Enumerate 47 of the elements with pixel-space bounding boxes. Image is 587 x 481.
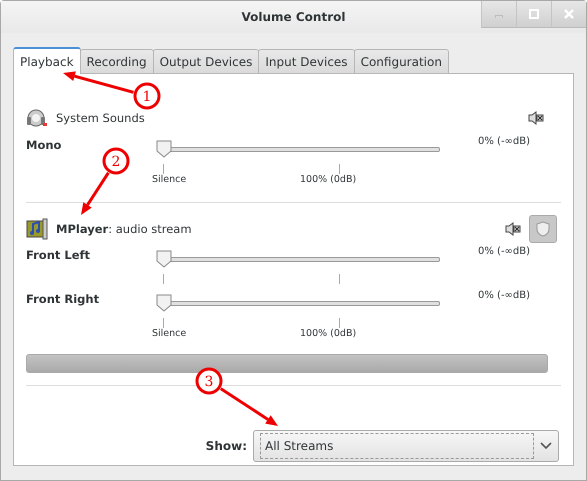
scale-label: Silence — [152, 174, 186, 185]
headphones-icon — [26, 108, 48, 128]
callout: 2 — [81, 148, 130, 215]
tab[interactable]: Input Devices — [258, 49, 355, 73]
tick-mark — [163, 318, 164, 328]
lock-channels-button[interactable] — [529, 215, 557, 243]
volume-slider[interactable] — [156, 250, 440, 268]
stream-name: System Sounds — [56, 111, 145, 125]
sound-card-icon — [26, 218, 48, 240]
slider-thumb[interactable] — [156, 140, 172, 158]
speaker-muted-icon[interactable] — [505, 222, 521, 236]
close-button[interactable] — [551, 1, 586, 28]
channel-label: Mono — [26, 138, 62, 152]
close-icon — [564, 9, 574, 19]
stream-filter-dropdown[interactable]: All Streams — [253, 430, 559, 462]
tab[interactable]: Configuration — [354, 49, 449, 73]
slider-thumb[interactable] — [156, 250, 172, 268]
show-label: Show: — [206, 439, 247, 453]
tab[interactable]: Recording — [80, 49, 154, 73]
volume-reading: 0% (-∞dB) — [477, 290, 530, 301]
channel-label: Front Right — [26, 292, 100, 306]
scale-label: 100% (0dB) — [300, 174, 356, 185]
volume-slider[interactable] — [156, 294, 440, 312]
shield-icon — [536, 221, 550, 237]
tab[interactable]: Playback — [13, 47, 81, 74]
window-title: Volume Control — [242, 10, 346, 24]
volume-reading: 0% (-∞dB) — [477, 246, 530, 257]
speaker-muted-icon[interactable] — [528, 111, 544, 125]
volume-slider[interactable] — [156, 140, 440, 158]
tick-mark — [163, 164, 164, 174]
tick-mark — [339, 318, 340, 328]
stream-name: MPlayer: audio stream — [56, 222, 192, 236]
tick-mark — [339, 164, 340, 174]
tab[interactable]: Output Devices — [152, 49, 260, 73]
scale-label: 100% (0dB) — [300, 328, 356, 339]
callout: 3 — [196, 368, 278, 426]
maximize-icon — [529, 9, 539, 19]
callout: 1 — [63, 71, 160, 110]
tick-mark — [339, 274, 340, 284]
maximize-button[interactable] — [516, 1, 551, 28]
volume-reading: 0% (-∞dB) — [477, 136, 530, 147]
tick-mark — [163, 274, 164, 284]
channel-label: Front Left — [26, 248, 92, 262]
slider-thumb[interactable] — [156, 294, 172, 312]
minimize-button[interactable] — [481, 1, 516, 28]
chevron-down-icon — [540, 442, 552, 450]
scale-label: Silence — [152, 328, 186, 339]
